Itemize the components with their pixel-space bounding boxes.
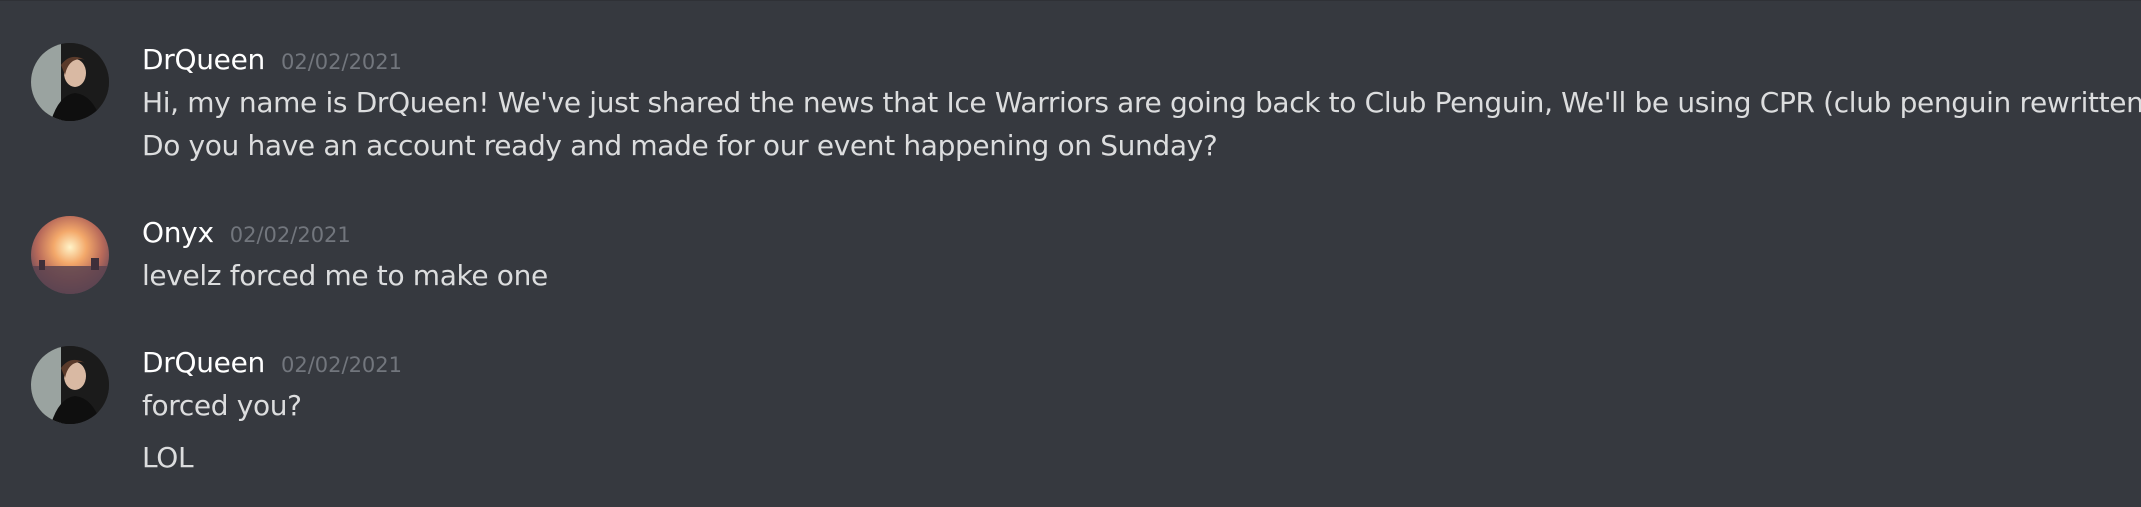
avatar[interactable] bbox=[31, 216, 109, 294]
message-text: Hi, my name is DrQueen! We've just share… bbox=[142, 86, 2141, 119]
message-text: LOL bbox=[142, 441, 194, 474]
username[interactable]: DrQueen bbox=[142, 43, 265, 76]
message-header: DrQueen 02/02/2021 bbox=[142, 346, 402, 382]
username[interactable]: Onyx bbox=[142, 216, 214, 249]
avatar[interactable] bbox=[31, 43, 109, 121]
message-text: levelz forced me to make one bbox=[142, 259, 548, 292]
timestamp: 02/02/2021 bbox=[280, 50, 403, 74]
timestamp: 02/02/2021 bbox=[229, 223, 351, 247]
message-header: Onyx 02/02/2021 bbox=[142, 216, 351, 252]
username[interactable]: DrQueen bbox=[142, 346, 265, 379]
avatar[interactable] bbox=[31, 346, 109, 424]
timestamp: 02/02/2021 bbox=[280, 353, 403, 377]
message-header: DrQueen 02/02/2021 bbox=[142, 43, 402, 79]
message-text: Do you have an account ready and made fo… bbox=[142, 129, 1218, 162]
message-text: forced you? bbox=[142, 389, 302, 422]
chat-message-list: DrQueen 02/02/2021 Hi, my name is DrQuee… bbox=[0, 0, 2141, 507]
